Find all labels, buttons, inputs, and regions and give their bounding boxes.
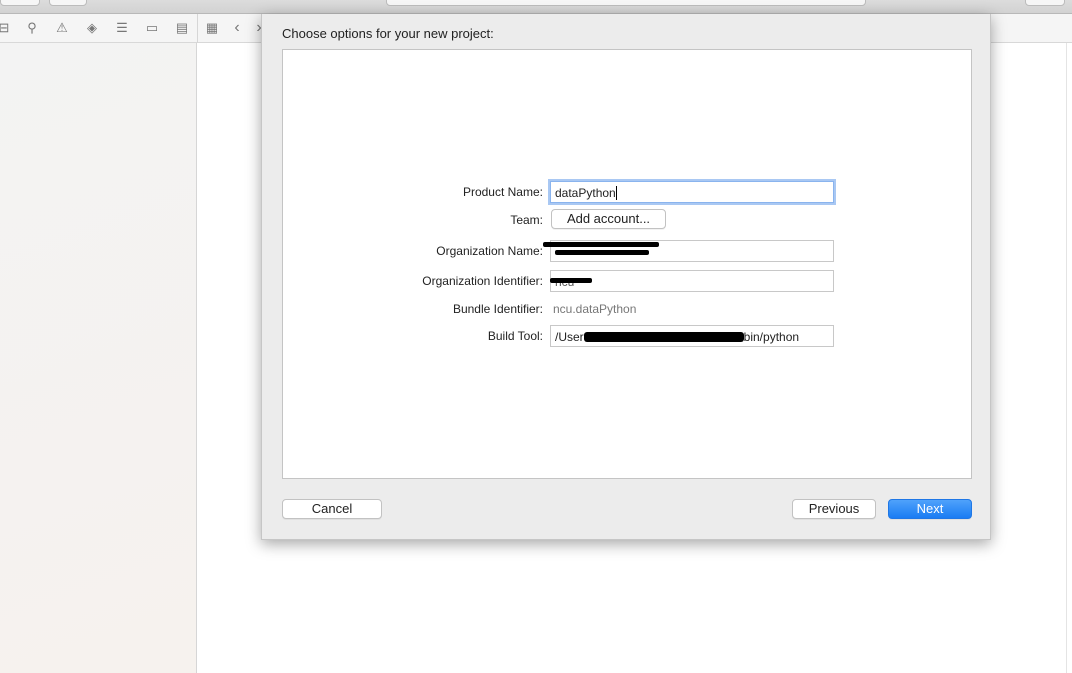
breakpoint-icon[interactable]: ▭ <box>144 20 160 36</box>
cancel-button[interactable]: Cancel <box>282 499 382 519</box>
team-label: Team: <box>510 213 543 227</box>
add-account-button[interactable]: Add account... <box>551 209 666 229</box>
bundle-identifier-value: ncu.dataPython <box>553 302 637 316</box>
build-tool-row: Build Tool: /User bin/python <box>283 325 973 347</box>
previous-button[interactable]: Previous <box>792 499 876 519</box>
report-icon[interactable]: ▤ <box>174 20 190 36</box>
activity-view <box>386 0 866 6</box>
bundle-identifier-label: Bundle Identifier: <box>452 302 543 316</box>
test-diamond-icon[interactable]: ◈ <box>84 20 100 36</box>
sheet-title: Choose options for your new project: <box>282 26 494 41</box>
divider <box>1066 43 1067 673</box>
new-project-sheet: Choose options for your new project: Pro… <box>261 14 991 540</box>
build-tool-label: Build Tool: <box>487 329 543 343</box>
redaction-mark <box>550 278 592 283</box>
team-row: Team: Add account... <box>283 209 973 231</box>
navigator-sidebar <box>0 43 197 673</box>
product-name-input[interactable]: dataPython <box>550 181 834 203</box>
warning-icon[interactable]: ⚠ <box>54 20 70 36</box>
organization-name-label: Organization Name: <box>436 244 543 258</box>
toolbar-button[interactable] <box>49 0 87 6</box>
build-tool-value-start: /User <box>555 330 584 344</box>
chevron-left-icon[interactable]: ‹ <box>229 20 245 36</box>
divider <box>197 14 198 43</box>
grid-icon[interactable]: ▦ <box>204 20 220 36</box>
search-icon[interactable]: ⚲ <box>24 20 40 36</box>
text-caret <box>615 186 617 200</box>
organization-identifier-label: Organization Identifier: <box>422 274 543 288</box>
redaction-mark <box>543 242 659 247</box>
next-button[interactable]: Next <box>888 499 972 519</box>
product-name-row: Product Name: dataPython <box>283 181 973 203</box>
bundle-identifier-row: Bundle Identifier: ncu.dataPython <box>283 298 973 320</box>
debug-list-icon[interactable]: ☰ <box>114 20 130 36</box>
organization-identifier-input[interactable]: ncu <box>550 270 834 292</box>
toolbar-button[interactable] <box>0 0 40 6</box>
toolbar <box>0 0 1072 14</box>
build-tool-input[interactable]: /User bin/python <box>550 325 834 347</box>
redaction-mark <box>583 332 744 342</box>
toolbar-button[interactable] <box>1025 0 1065 6</box>
organization-identifier-row: Organization Identifier: ncu <box>283 270 973 292</box>
redaction-mark <box>555 250 649 255</box>
hierarchy-icon[interactable]: ⊟ <box>0 20 12 36</box>
options-panel: Product Name: dataPython Team: Add accou… <box>282 49 972 479</box>
build-tool-value-end: bin/python <box>743 330 800 344</box>
product-name-value: dataPython <box>555 186 616 200</box>
product-name-label: Product Name: <box>462 185 543 199</box>
organization-name-row: Organization Name: <box>283 240 973 262</box>
